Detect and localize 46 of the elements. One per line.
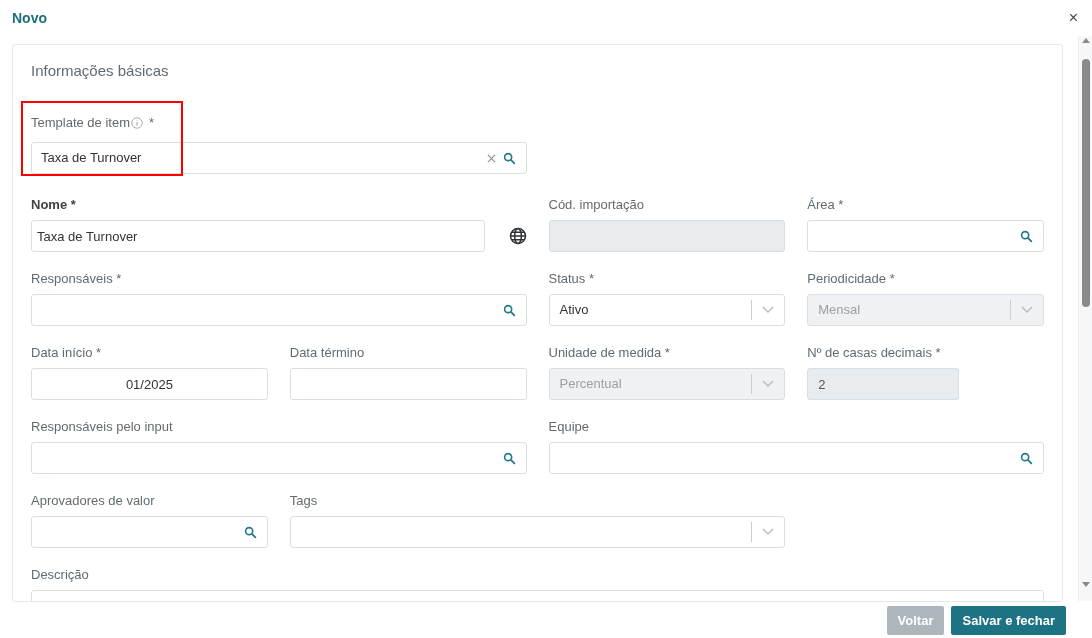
chevron-down-icon[interactable] [762,306,775,314]
select-field[interactable]: Ativo [548,294,786,326]
scrollbar[interactable] [1078,36,1092,601]
search-field[interactable] [548,442,1044,474]
field-label: Nº de casas decimais * [807,344,942,362]
field-label: Tags [289,492,319,510]
search-icon[interactable] [502,451,516,465]
close-button[interactable]: × [1068,10,1078,26]
globe-icon[interactable] [508,227,527,245]
scroll-up-icon[interactable] [1081,38,1090,43]
search-field[interactable] [31,294,527,326]
select-field[interactable] [289,516,786,548]
field-label: Cód. importação [548,196,645,214]
field-label: Nome * [31,196,77,214]
field-label: Aprovadores de valor [31,492,156,510]
date-field[interactable]: 01/2025 [31,368,268,400]
search-icon[interactable] [502,151,516,165]
section-title: Informações básicas [31,61,170,81]
field-label: Descrição [31,566,90,584]
dialog-title: Novo [12,8,47,28]
scroll-down-icon[interactable] [1081,582,1090,587]
field-label: Responsáveis * [31,270,123,288]
field-label: Responsáveis pelo input [31,418,174,436]
search-icon[interactable] [1020,451,1033,465]
search-icon[interactable] [1020,229,1033,243]
save-button[interactable]: Salvar e fechar [951,606,1066,635]
template-search-field[interactable]: Taxa de Turnover [31,142,527,174]
search-field[interactable] [31,442,527,474]
field-label: Data início * [31,344,103,362]
field-label: Status * [548,270,596,288]
search-icon[interactable] [243,525,257,539]
search-field[interactable] [807,220,1044,252]
search-icon[interactable] [502,303,516,317]
field-label: Área * [807,196,845,214]
date-field[interactable] [289,368,527,400]
chevron-down-icon[interactable] [762,528,775,536]
required-mark: * [149,114,155,132]
name-field[interactable]: Taxa de Turnover [31,220,485,252]
field-label: Data término [289,344,366,362]
info-icon[interactable] [131,117,143,129]
field-label: Template de item [31,114,130,132]
search-field[interactable] [31,516,268,548]
field-label: Unidade de medida * [548,344,671,362]
field-label: Periodicidade * [807,270,896,288]
field-label: Equipe [548,418,590,436]
clear-icon[interactable] [486,153,496,163]
